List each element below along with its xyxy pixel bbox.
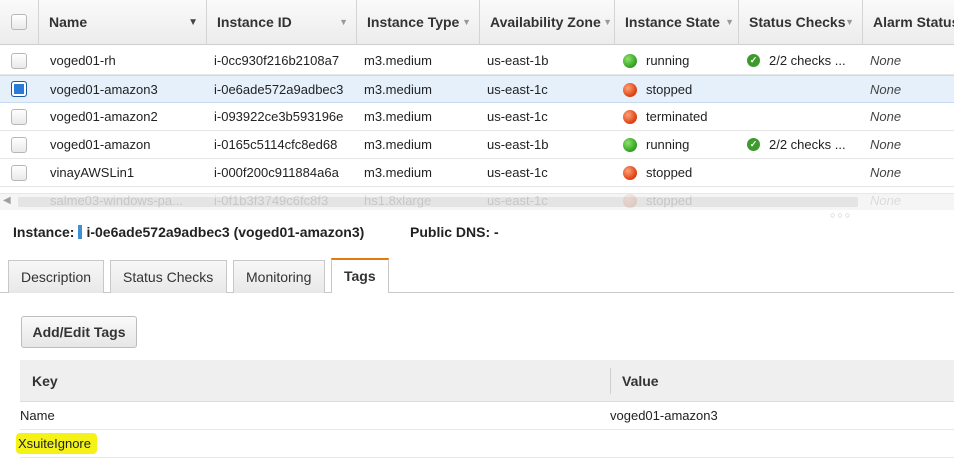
sort-icon[interactable]: ▼ — [462, 0, 471, 45]
grid-header: Name ▼ Instance ID ▼ Instance Type ▼ Ava… — [0, 0, 954, 45]
tab-tags[interactable]: Tags — [331, 258, 389, 293]
column-header-name[interactable]: Name ▼ — [38, 0, 206, 45]
tag-value: voged01-amazon3 — [610, 408, 718, 423]
availability-zone: us-east-1b — [487, 53, 549, 68]
instance-state: running — [646, 137, 690, 152]
select-all-cell — [0, 0, 38, 45]
row-checkbox[interactable] — [11, 53, 27, 69]
pane-resize-handle[interactable]: ○○○ — [830, 210, 870, 220]
public-dns-label: Public DNS: — [410, 224, 491, 240]
instance-state: stopped — [646, 82, 693, 97]
instance-row[interactable]: voged01-amazon i-0165c5114cfc8ed68 m3.me… — [0, 131, 954, 159]
instance-row[interactable]: vinayAWSLin1 i-000f200c911884a6a m3.medi… — [0, 159, 954, 187]
instances-grid: Name ▼ Instance ID ▼ Instance Type ▼ Ava… — [0, 0, 954, 210]
alarm-status[interactable]: None — [870, 76, 950, 104]
public-dns: Public DNS: - — [410, 222, 499, 242]
scroll-left-icon[interactable]: ◀ — [3, 195, 11, 206]
row-checkbox[interactable] — [11, 81, 27, 97]
key-column-header[interactable]: Key — [32, 360, 58, 402]
instance-state: running — [646, 53, 690, 68]
instance-id: i-093922ce3b593196e — [214, 109, 344, 124]
instance-row-selected[interactable]: voged01-amazon3 i-0e6ade572a9adbec3 m3.m… — [0, 75, 954, 103]
instance-row[interactable]: voged01-rh i-0cc930f216b2108a7 m3.medium… — [0, 47, 954, 75]
value-column-header[interactable]: Value — [622, 360, 659, 402]
instance-type: m3.medium — [364, 109, 432, 124]
instance-id: i-000f200c911884a6a — [214, 165, 339, 180]
column-header-label: Status Checks — [749, 14, 846, 30]
detail-tabs: Description Status Checks Monitoring Tag… — [0, 258, 954, 293]
instance-value: i-0e6ade572a9adbec3 (voged01-amazon3) — [86, 224, 365, 240]
select-all-checkbox[interactable] — [11, 14, 27, 30]
sort-desc-icon[interactable]: ▼ — [188, 0, 198, 45]
instance-name: voged01-rh — [50, 53, 116, 68]
status-checks[interactable]: 2/2 checks ... — [769, 47, 859, 75]
availability-zone: us-east-1b — [487, 137, 549, 152]
column-header-label: Instance Type — [367, 14, 460, 30]
instance-type: m3.medium — [364, 165, 432, 180]
horizontal-scrollbar[interactable]: ◀ — [0, 193, 954, 210]
tab-monitoring[interactable]: Monitoring — [233, 260, 325, 293]
column-header-label: Instance State — [625, 14, 720, 30]
instance-name: voged01-amazon3 — [50, 82, 158, 97]
alarm-status[interactable]: None — [870, 103, 950, 131]
state-stopped-icon — [623, 166, 637, 180]
column-header-status-checks[interactable]: Status Checks ▼ — [738, 0, 862, 45]
instance-state: terminated — [646, 109, 708, 124]
sort-icon[interactable]: ▼ — [725, 0, 734, 45]
sort-icon[interactable]: ▼ — [845, 0, 854, 45]
status-checks[interactable]: 2/2 checks ... — [769, 131, 859, 159]
availability-zone: us-east-1c — [487, 82, 548, 97]
instance-state: stopped — [646, 165, 693, 180]
instance-type: m3.medium — [364, 82, 432, 97]
column-header-label: Availability Zone — [490, 14, 601, 30]
instance-name: vinayAWSLin1 — [50, 165, 135, 180]
column-header-instance-id[interactable]: Instance ID ▼ — [206, 0, 356, 45]
instance-row[interactable]: voged01-amazon2 i-093922ce3b593196e m3.m… — [0, 103, 954, 131]
public-dns-value: - — [494, 224, 499, 240]
tag-key-highlighted: XsuiteIgnore — [16, 433, 97, 454]
instance-name: voged01-amazon — [50, 137, 151, 152]
column-header-label: Instance ID — [217, 14, 292, 30]
column-header-alarm-status[interactable]: Alarm Status — [862, 0, 954, 45]
availability-zone: us-east-1c — [487, 165, 548, 180]
row-checkbox[interactable] — [11, 109, 27, 125]
instance-id: i-0e6ade572a9adbec3 — [214, 82, 344, 97]
instance-id: i-0165c5114cfc8ed68 — [214, 137, 338, 152]
tab-description[interactable]: Description — [8, 260, 104, 293]
instance-id: i-0cc930f216b2108a7 — [214, 53, 340, 68]
scrollbar-thumb[interactable] — [18, 197, 858, 207]
instance-type: m3.medium — [364, 53, 432, 68]
tab-status-checks[interactable]: Status Checks — [110, 260, 227, 293]
alarm-status[interactable]: None — [870, 159, 950, 187]
instance-summary: Instance: i-0e6ade572a9adbec3 (voged01-am… — [13, 222, 364, 242]
column-divider[interactable] — [610, 368, 611, 394]
alarm-status[interactable]: None — [870, 47, 950, 75]
check-passed-icon: ✓ — [747, 54, 760, 67]
add-edit-tags-button[interactable]: Add/Edit Tags — [21, 316, 137, 348]
state-running-icon — [623, 138, 637, 152]
instance-type: m3.medium — [364, 137, 432, 152]
instance-marker-icon — [78, 225, 83, 239]
check-passed-icon: ✓ — [747, 138, 760, 151]
column-header-availability-zone[interactable]: Availability Zone ▼ — [479, 0, 614, 45]
availability-zone: us-east-1c — [487, 109, 548, 124]
column-header-label: Name — [49, 14, 88, 30]
column-header-instance-state[interactable]: Instance State ▼ — [614, 0, 738, 45]
tags-table-header: Key Value — [20, 360, 954, 402]
row-checkbox[interactable] — [11, 137, 27, 153]
sort-icon[interactable]: ▼ — [339, 0, 348, 45]
tag-row[interactable]: Name voged01-amazon3 — [20, 402, 954, 430]
instance-label: Instance: — [13, 224, 75, 240]
sort-icon[interactable]: ▼ — [603, 0, 612, 45]
column-header-label: Alarm Status — [873, 14, 954, 30]
row-checkbox[interactable] — [11, 165, 27, 181]
state-running-icon — [623, 54, 637, 68]
tag-row[interactable]: XsuiteIgnore — [16, 430, 954, 458]
alarm-status[interactable]: None — [870, 131, 950, 159]
state-terminated-icon — [623, 110, 637, 124]
column-header-instance-type[interactable]: Instance Type ▼ — [356, 0, 479, 45]
tag-key: Name — [20, 408, 55, 423]
instance-name: voged01-amazon2 — [50, 109, 158, 124]
state-stopped-icon — [623, 83, 637, 97]
